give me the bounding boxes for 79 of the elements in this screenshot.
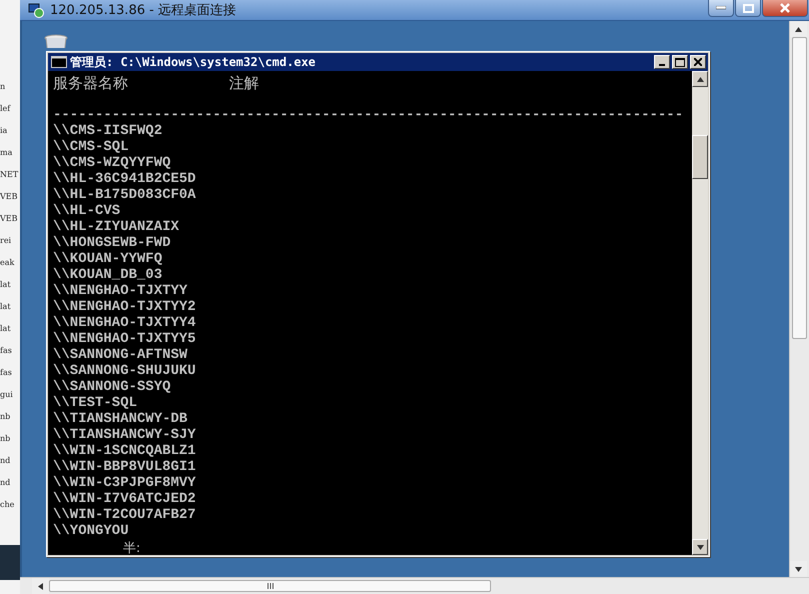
- scroll-down-button[interactable]: [692, 539, 708, 555]
- code-fragment: nb: [0, 411, 10, 423]
- code-fragment: VEB: [0, 213, 18, 225]
- scroll-bar[interactable]: [789, 21, 809, 577]
- server-name: \\SANNONG-SSYQ: [53, 379, 172, 395]
- close-icon: [694, 58, 702, 66]
- server-name: \\TIANSHANCWY-SJY: [53, 427, 197, 443]
- code-fragment: fas: [0, 367, 12, 379]
- left-arrow-icon: [38, 582, 43, 590]
- console-line: 半:: [122, 540, 142, 555]
- server-name: \\NENGHAO-TJXTYY2: [53, 299, 197, 315]
- code-fragment: NET: [0, 169, 18, 181]
- down-arrow-icon: [696, 544, 704, 550]
- server-name: \\NENGHAO-TJXTYY: [53, 283, 188, 299]
- code-fragment: fas: [0, 345, 12, 357]
- server-name: \\TEST-SQL: [53, 395, 138, 411]
- scroll-down-button[interactable]: [790, 561, 807, 577]
- code-fragment: rei: [0, 235, 12, 247]
- scroll-bar[interactable]: [692, 71, 708, 555]
- console-icon: [51, 56, 67, 68]
- server-name: \\WIN-1SCNCQABLZ1: [53, 443, 197, 459]
- close-icon: [780, 3, 790, 13]
- code-fragment: VEB: [0, 191, 18, 203]
- scroll-thumb[interactable]: [792, 37, 807, 339]
- server-name: \\HL-36C941B2CE5D: [53, 171, 197, 187]
- minimize-button[interactable]: [708, 0, 734, 17]
- server-name: \\HONGSEWB-FWD: [53, 235, 172, 251]
- server-name: \\YONGYOU: [53, 523, 130, 539]
- code-fragment: che: [0, 499, 14, 511]
- server-name: \\NENGHAO-TJXTYY5: [53, 331, 197, 347]
- server-name: \\SANNONG-SHUJUKU: [53, 363, 197, 379]
- scroll-left-button[interactable]: [32, 578, 49, 594]
- code-fragment: ma: [0, 147, 12, 159]
- server-name: \\KOUAN_DB_03: [53, 267, 164, 283]
- column-header: 服务器名称: [53, 74, 129, 93]
- server-name: \\HL-CVS: [53, 203, 122, 219]
- code-fragment: lef: [0, 103, 10, 115]
- code-fragment: nb: [0, 433, 10, 445]
- server-name: \\HL-B175D083CF0A: [53, 187, 197, 203]
- server-name: \\CMS-SQL: [53, 139, 130, 155]
- code-fragment: eak: [0, 257, 14, 269]
- console-title: 管理员: C:\Windows\system32\cmd.exe: [70, 54, 316, 70]
- code-fragment: lat: [0, 323, 11, 335]
- scroll-bar[interactable]: [20, 577, 809, 594]
- code-fragment: lat: [0, 279, 11, 291]
- code-fragment: gui: [0, 389, 13, 401]
- minimize-icon: [716, 6, 726, 10]
- scroll-up-button[interactable]: [692, 71, 708, 87]
- code-fragment: nd: [0, 477, 10, 489]
- taskbar-edge: [0, 545, 20, 580]
- scroll-thumb[interactable]: [49, 580, 491, 592]
- server-name: \\WIN-I7V6ATCJED2: [53, 491, 197, 507]
- up-arrow-icon: [795, 26, 802, 32]
- close-button[interactable]: [762, 0, 808, 17]
- server-name: \\CMS-IISFWQ2: [53, 123, 164, 139]
- code-fragment: nd: [0, 455, 10, 467]
- window-title: 120.205.13.86 - 远程桌面连接: [50, 2, 236, 19]
- server-name: \\WIN-C3PJPGF8MVY: [53, 475, 197, 491]
- server-name: \\CMS-WZQYYFWQ: [53, 155, 172, 171]
- monitor-icon: [28, 2, 44, 18]
- grip-icon: [266, 583, 274, 589]
- server-name: \\WIN-T2COU7AFB27: [53, 507, 197, 523]
- server-name: \\WIN-BBP8VUL8GI1: [53, 459, 197, 475]
- server-name: \\KOUAN-YYWFQ: [53, 251, 164, 267]
- code-fragment: n: [0, 81, 6, 93]
- maximize-icon: [742, 4, 754, 12]
- server-name: \\TIANSHANCWY-DB: [53, 411, 188, 427]
- down-arrow-icon: [795, 566, 802, 572]
- code-fragment: lat: [0, 301, 11, 313]
- server-name: \\SANNONG-AFTNSW: [53, 347, 188, 363]
- column-header: 注解: [229, 74, 259, 93]
- separator-line: ---------------------------------------------------------------------------: [53, 107, 684, 123]
- maximize-button[interactable]: [735, 0, 761, 17]
- code-fragment: ia: [0, 125, 8, 137]
- server-name: \\NENGHAO-TJXTYY4: [53, 315, 197, 331]
- up-arrow-icon: [696, 76, 704, 82]
- maximize-icon: [675, 58, 685, 66]
- server-name: \\HL-ZIYUANZAIX: [53, 219, 180, 235]
- scroll-up-button[interactable]: [790, 21, 807, 37]
